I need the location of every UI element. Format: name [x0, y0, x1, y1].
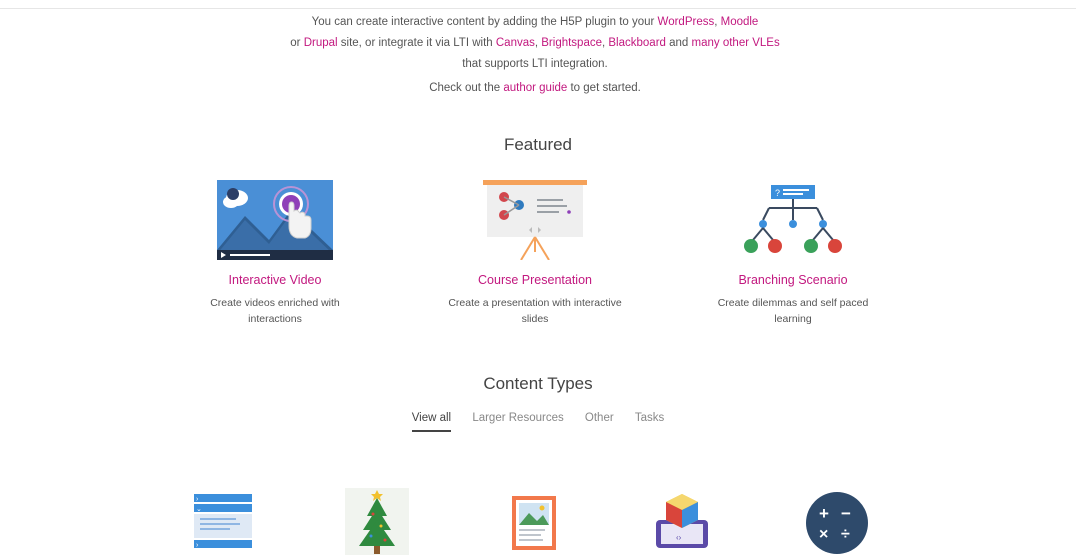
branching-scenario-icon: ?	[744, 185, 842, 253]
content-type-tabs: View all Larger Resources Other Tasks	[0, 412, 1076, 432]
canvas-link[interactable]: Canvas	[496, 37, 535, 49]
content-type-arithmetic-quiz[interactable]: + − × ÷	[805, 486, 869, 555]
content-types-heading: Content Types	[483, 374, 593, 393]
tab-view-all[interactable]: View all	[411, 412, 452, 432]
content-type-accordion[interactable]: › ⌄ ›	[190, 486, 254, 555]
feature-description: Create dilemmas and self paced learning	[717, 297, 869, 325]
course-presentation-icon	[483, 180, 587, 260]
featured-card-interactive-video[interactable]: Interactive Video Create videos enriched…	[165, 180, 385, 327]
featured-card-branching-scenario[interactable]: ? Branching Scenario Create dilemmas and…	[683, 180, 903, 327]
tab-tasks[interactable]: Tasks	[635, 412, 664, 430]
many-other-vles-link[interactable]: many other VLEs	[692, 37, 780, 49]
intro-paragraph: You can create interactive content by ad…	[290, 16, 780, 70]
ar-scavenger-icon: ‹›	[656, 494, 708, 548]
tab-larger-resources[interactable]: Larger Resources	[472, 412, 563, 430]
agamotto-icon	[512, 496, 556, 550]
feature-description: Create videos enriched with interactions	[210, 297, 340, 325]
featured-heading: Featured	[503, 135, 573, 154]
top-divider	[0, 8, 1076, 9]
svg-text:+: +	[819, 504, 829, 523]
arithmetic-quiz-icon: + − × ÷	[806, 492, 868, 554]
svg-text:⌄: ⌄	[196, 506, 202, 513]
author-guide-line: Check out the author guide to get starte…	[429, 82, 641, 94]
svg-text:‹›: ‹›	[676, 533, 682, 542]
advent-calendar-icon	[345, 488, 409, 555]
author-guide-link[interactable]: author guide	[503, 82, 567, 94]
svg-text:÷: ÷	[841, 526, 850, 543]
moodle-link[interactable]: Moodle	[721, 16, 759, 28]
svg-text:×: ×	[819, 526, 828, 543]
content-type-ar-scavenger[interactable]: ‹›	[650, 486, 714, 555]
content-type-agamotto[interactable]	[505, 486, 569, 555]
feature-description: Create a presentation with interactive s…	[448, 297, 622, 325]
svg-text:−: −	[841, 504, 851, 523]
brightspace-link[interactable]: Brightspace	[541, 37, 602, 49]
wordpress-link[interactable]: WordPress	[658, 16, 715, 28]
featured-card-course-presentation[interactable]: Course Presentation Create a presentatio…	[425, 180, 645, 327]
interactive-video-icon	[217, 180, 333, 260]
content-type-advent-calendar[interactable]	[345, 486, 409, 555]
accordion-icon: › ⌄ ›	[194, 494, 252, 549]
blackboard-link[interactable]: Blackboard	[608, 37, 666, 49]
feature-title[interactable]: Interactive Video	[165, 273, 385, 287]
feature-title[interactable]: Branching Scenario	[683, 273, 903, 287]
svg-text:?: ?	[775, 188, 780, 198]
tab-other[interactable]: Other	[585, 412, 614, 430]
drupal-link[interactable]: Drupal	[304, 37, 338, 49]
feature-title[interactable]: Course Presentation	[425, 273, 645, 287]
